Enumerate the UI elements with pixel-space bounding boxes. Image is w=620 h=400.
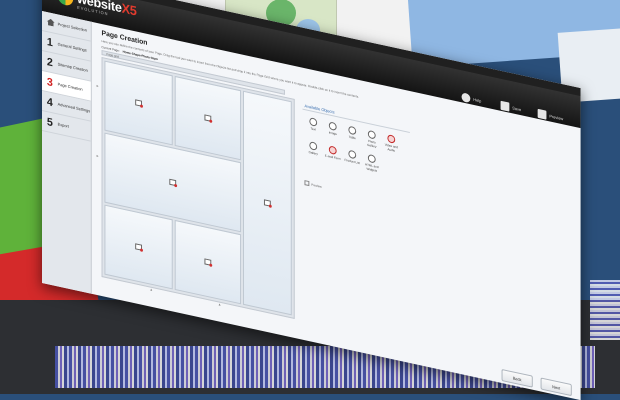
help-icon [461, 92, 471, 104]
grid-cell[interactable] [242, 90, 292, 316]
image-placeholder-icon [204, 258, 212, 266]
video-object-icon [387, 134, 396, 144]
app-logo-icon [57, 0, 74, 7]
image-object-icon [328, 121, 337, 132]
grid-cell[interactable] [174, 75, 242, 161]
grid-cell[interactable] [174, 219, 242, 305]
object-gallery[interactable]: Gallery [304, 140, 322, 157]
object-image[interactable]: Image [324, 120, 342, 137]
object-text[interactable]: Text [304, 116, 322, 133]
object-email-form[interactable]: E-mail Form [324, 144, 342, 161]
object-product-list[interactable]: Product List [343, 149, 361, 166]
row-arrow-icon[interactable]: ▸ [97, 153, 99, 158]
image-placeholder-icon [135, 99, 143, 107]
gallery-placeholder-icon [169, 178, 177, 187]
background-pixel-noise-right [590, 280, 620, 340]
preview-icon [537, 108, 547, 120]
object-placeholder-icon [263, 199, 271, 207]
object-table[interactable]: Table [343, 125, 361, 142]
grid-cell[interactable] [104, 204, 173, 290]
html-widget-icon [367, 153, 376, 164]
table-object-icon [348, 125, 357, 136]
home-icon [47, 18, 55, 27]
save-icon [500, 100, 510, 112]
column-arrow-icon[interactable]: ▴ [150, 287, 152, 292]
object-video-audio[interactable]: Video and Audio [383, 133, 401, 154]
email-form-icon [328, 145, 337, 156]
preview-option[interactable]: Preview [304, 180, 322, 189]
gallery-object-icon [367, 129, 376, 140]
gallery2-object-icon [309, 141, 318, 151]
object-photo-gallery[interactable]: Photo Gallery [363, 129, 381, 150]
object-placeholder-icon [204, 114, 212, 122]
column-arrow-icon[interactable]: ▴ [219, 301, 221, 306]
row-arrow-icon[interactable]: ▸ [97, 83, 99, 88]
image-placeholder-icon [135, 243, 143, 251]
object-html-widgets[interactable]: HTML and Widgets [363, 153, 381, 174]
preview-checkbox[interactable] [304, 180, 310, 187]
page-grid [101, 56, 295, 319]
steps-sidebar: Project Selection 1 General Settings 2 S… [42, 11, 92, 294]
grid-cell[interactable] [104, 60, 173, 146]
product-list-icon [348, 149, 357, 160]
text-object-icon [309, 117, 318, 127]
